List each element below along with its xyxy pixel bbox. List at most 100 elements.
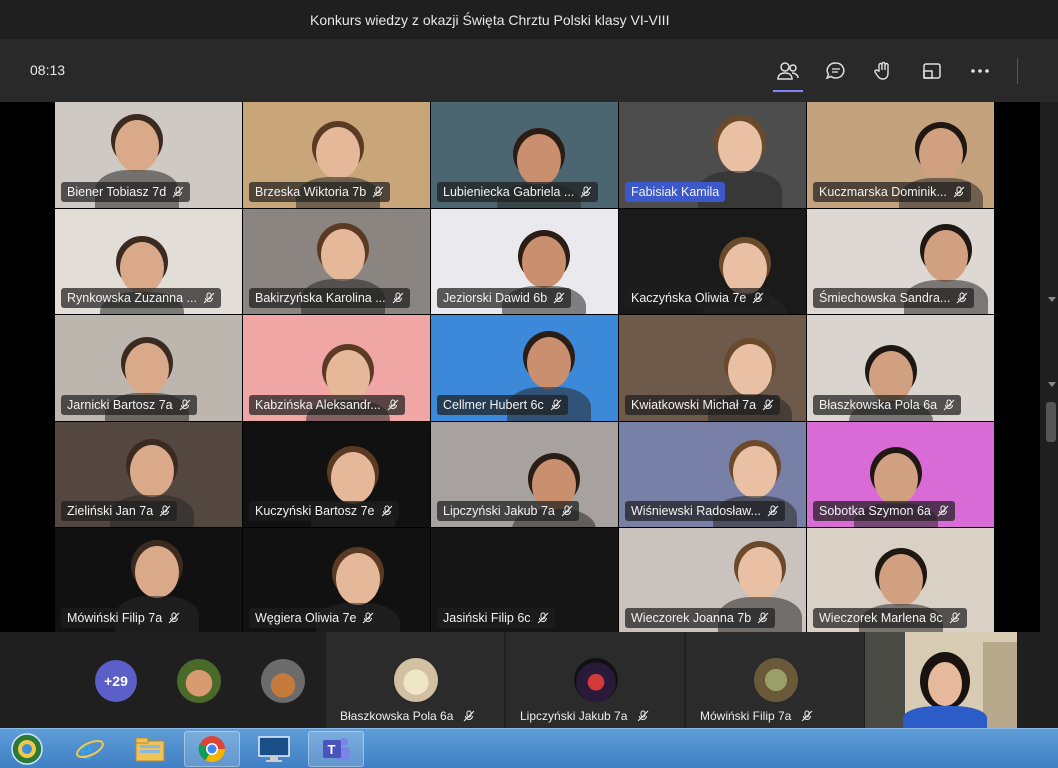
- participant-name-label: Fabisiak Kamila: [625, 181, 726, 202]
- participant-tile[interactable]: Kabzińska Aleksandr...: [243, 315, 430, 421]
- participant-tile[interactable]: Rynkowska Zuzanna ...: [55, 208, 242, 314]
- participant-tile[interactable]: Kaczyńska Oliwia 7e: [619, 208, 806, 314]
- participant-face: [723, 242, 767, 295]
- svg-text:T: T: [328, 742, 336, 757]
- participant-name-label: Śmiechowska Sandra...: [813, 288, 975, 308]
- participant-tile[interactable]: Lubieniecka Gabriela ...: [431, 102, 618, 208]
- participant-name-label: Cellmer Hubert 6c: [437, 394, 568, 415]
- participant-name: Kwiatkowski Michał 7a: [631, 397, 757, 412]
- mic-muted-icon: [372, 186, 384, 197]
- participant-tile[interactable]: Jeziorski Dawid 6b: [431, 208, 618, 314]
- share-screen-icon[interactable]: [917, 58, 947, 84]
- file-explorer-icon[interactable]: [122, 731, 178, 767]
- mic-muted-icon: [537, 612, 548, 623]
- participant-tile[interactable]: Brzeska Wiktoria 7b: [243, 102, 430, 208]
- participant-face: [924, 229, 968, 282]
- participant-tile[interactable]: Wieczorek Joanna 7b: [619, 528, 806, 634]
- participant-tile[interactable]: Wiśniewski Radosław...: [619, 421, 806, 527]
- participant-tile[interactable]: Jasiński Filip 6c: [431, 528, 618, 634]
- participant-name-label: Kabzińska Aleksandr...: [249, 394, 405, 415]
- participant-tile[interactable]: Kwiatkowski Michał 7a: [619, 315, 806, 421]
- participants-icon[interactable]: [773, 58, 803, 92]
- participant-tile[interactable]: Wieczorek Marlena 8c: [807, 528, 994, 634]
- participant-name: Zieliński Jan 7a: [67, 504, 154, 518]
- side-scrollbar[interactable]: [1040, 102, 1058, 632]
- strip-participant-card[interactable]: Błaszkowska Pola 6a: [326, 632, 504, 728]
- mic-muted-icon: [168, 612, 180, 623]
- lenovo-icon[interactable]: [246, 731, 302, 767]
- mic-muted-icon: [801, 710, 813, 722]
- mic-muted-icon: [203, 292, 215, 304]
- mic-muted-icon: [580, 186, 592, 197]
- participant-name-label: Jarnicki Bartosz 7a: [61, 394, 197, 415]
- mic-muted-icon: [159, 505, 171, 517]
- scroll-up-icon[interactable]: [1048, 297, 1056, 302]
- participant-tile[interactable]: Węgiera Oliwia 7e: [243, 528, 430, 634]
- avatar[interactable]: [261, 659, 305, 703]
- scroll-down-icon[interactable]: [1048, 382, 1056, 387]
- participant-name-label: Zieliński Jan 7a: [61, 501, 178, 521]
- start-orb-icon[interactable]: [2, 731, 52, 767]
- participant-tile[interactable]: Biener Tobiasz 7d: [55, 102, 242, 208]
- participant-name-label: Biener Tobiasz 7d: [61, 181, 191, 202]
- mic-muted-icon: [381, 505, 392, 517]
- participant-name-label: Błaszkowska Pola 6a: [813, 394, 962, 415]
- participant-tile[interactable]: Sobotka Szymon 6a: [807, 421, 994, 527]
- avatar: [394, 658, 438, 702]
- raise-hand-icon[interactable]: [869, 58, 899, 84]
- toolbar-divider: [1017, 58, 1018, 84]
- mic-muted-icon: [953, 186, 965, 197]
- participant-tile[interactable]: Fabisiak Kamila: [619, 102, 806, 208]
- strip-participant-card[interactable]: Lipczyński Jakub 7a: [506, 632, 684, 728]
- participant-name-label: Wiśniewski Radosław...: [625, 501, 785, 521]
- avatar[interactable]: [177, 659, 221, 703]
- self-view-video[interactable]: [865, 632, 1017, 728]
- mic-muted-icon: [464, 710, 475, 722]
- participant-name: Fabisiak Kamila: [631, 184, 720, 199]
- participant-name-label: Kaczyńska Oliwia 7e: [625, 288, 771, 308]
- video-stage: Biener Tobiasz 7d Brzeska Wiktoria 7b Lubi…: [0, 102, 1058, 634]
- avatar: [754, 658, 798, 702]
- participant-name: Jeziorski Dawid 6b: [443, 291, 548, 305]
- participant-tile[interactable]: Mówiński Filip 7a: [55, 528, 242, 634]
- participant-name: Jarnicki Bartosz 7a: [67, 397, 173, 412]
- participant-name-label: Węgiera Oliwia 7e: [249, 607, 381, 628]
- strip-participant-card[interactable]: Mówiński Filip 7a: [686, 632, 864, 728]
- avatar: [574, 658, 618, 702]
- participant-tile[interactable]: Bakirzyńska Karolina ...: [243, 208, 430, 314]
- participant-tile[interactable]: Lipczyński Jakub 7a: [431, 421, 618, 527]
- participant-face: [336, 553, 380, 605]
- participant-name: Wieczorek Marlena 8c: [819, 610, 943, 625]
- mic-muted-icon: [752, 292, 764, 304]
- scroll-thumb[interactable]: [1046, 402, 1056, 442]
- participant-tile[interactable]: Kuczmarska Dominik...: [807, 102, 994, 208]
- mic-muted-icon: [387, 399, 399, 410]
- participant-tile[interactable]: Cellmer Hubert 6c: [431, 315, 618, 421]
- participant-tile[interactable]: Zieliński Jan 7a: [55, 421, 242, 527]
- chat-icon[interactable]: [821, 58, 851, 84]
- mic-muted-icon: [762, 399, 774, 410]
- mic-muted-icon: [561, 505, 573, 517]
- participant-name: Rynkowska Zuzanna ...: [67, 291, 197, 305]
- internet-explorer-icon[interactable]: e: [62, 731, 118, 767]
- participant-name: Śmiechowska Sandra...: [819, 291, 951, 305]
- chrome-icon[interactable]: [184, 731, 240, 767]
- participant-name: Mówiński Filip 7a: [67, 610, 163, 625]
- mic-muted-icon: [172, 186, 184, 197]
- participant-name-label: Lubieniecka Gabriela ...: [437, 181, 599, 202]
- participant-tile[interactable]: Błaszkowska Pola 6a: [807, 315, 994, 421]
- mic-muted-icon: [363, 612, 374, 623]
- participant-name: Cellmer Hubert 6c: [443, 397, 544, 412]
- participant-tile[interactable]: Śmiechowska Sandra...: [807, 208, 994, 314]
- participant-name-label: Jeziorski Dawid 6b: [437, 288, 572, 308]
- more-participants-button[interactable]: +29: [95, 660, 137, 702]
- participant-name: Kuczyński Bartosz 7e: [255, 504, 375, 518]
- participant-name: Brzeska Wiktoria 7b: [255, 184, 367, 199]
- participant-name: Kaczyńska Oliwia 7e: [631, 291, 747, 305]
- mic-muted-icon: [937, 505, 949, 517]
- teams-icon[interactable]: T: [308, 731, 364, 767]
- participant-tile[interactable]: Jarnicki Bartosz 7a: [55, 315, 242, 421]
- more-options-icon[interactable]: [965, 58, 995, 84]
- participant-tile[interactable]: Kuczyński Bartosz 7e: [243, 421, 430, 527]
- participant-face: [115, 120, 159, 172]
